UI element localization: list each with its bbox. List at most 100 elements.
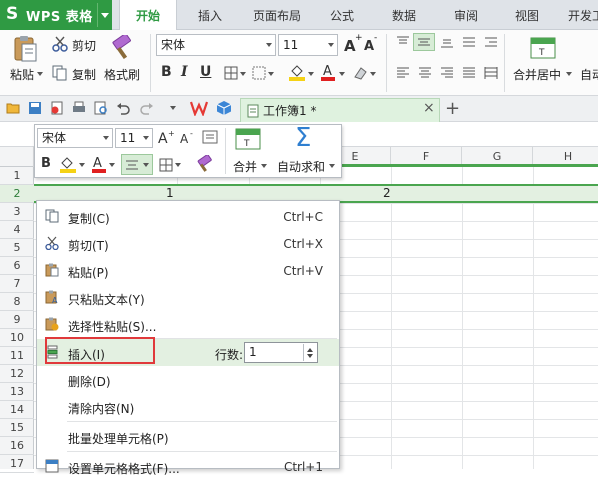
- redo-icon[interactable]: [140, 101, 154, 115]
- print-icon[interactable]: [72, 101, 86, 115]
- row-header[interactable]: 16: [0, 437, 34, 455]
- quick-access-dropdown-icon[interactable]: [170, 106, 176, 113]
- menu-item-format-cells[interactable]: 设置单元格格式(F)... Ctrl+1: [37, 453, 339, 480]
- row-header[interactable]: 17: [0, 455, 34, 473]
- menu-item-paste-special[interactable]: 选择性粘贴(S)...: [37, 311, 339, 338]
- fill-color-dropdown-icon[interactable]: [308, 72, 314, 79]
- paste-icon[interactable]: [12, 35, 38, 63]
- mini-bold-button[interactable]: B: [41, 156, 51, 171]
- row-header[interactable]: 6: [0, 257, 34, 275]
- mini-align-center-button[interactable]: [121, 154, 153, 175]
- tab-home[interactable]: 开始: [119, 0, 177, 31]
- row-header[interactable]: 4: [0, 221, 34, 239]
- row-header[interactable]: 1: [0, 167, 34, 185]
- row-header[interactable]: 5: [0, 239, 34, 257]
- menu-item-batch-process[interactable]: 批量处理单元格(P): [37, 423, 339, 450]
- wps-app-menu[interactable]: S WPS 表格: [0, 0, 112, 30]
- align-bottom-icon[interactable]: [440, 36, 454, 48]
- export-pdf-icon[interactable]: [50, 101, 64, 115]
- paste-dropdown-icon[interactable]: [37, 72, 43, 79]
- wps-home-icon[interactable]: [190, 100, 208, 116]
- tab-insert[interactable]: 插入: [184, 0, 236, 30]
- save-icon[interactable]: [28, 101, 42, 115]
- document-tab[interactable]: 工作簿1 * ×: [240, 98, 440, 122]
- format-painter-icon[interactable]: [110, 35, 134, 61]
- font-size-select[interactable]: 11: [278, 34, 338, 56]
- border-dropdown-icon[interactable]: [240, 72, 246, 79]
- mini-border-dropdown-icon[interactable]: [175, 163, 181, 170]
- insert-rows-count-input[interactable]: 1: [244, 342, 318, 363]
- paste-button[interactable]: 粘贴: [10, 66, 34, 83]
- close-tab-icon[interactable]: ×: [423, 100, 435, 116]
- tab-formulas[interactable]: 公式: [318, 0, 366, 30]
- row-header-selected[interactable]: 2: [0, 185, 34, 203]
- align-right-icon[interactable]: [440, 67, 454, 79]
- font-color-dropdown-icon[interactable]: [339, 72, 345, 79]
- mini-fill-color-icon[interactable]: [59, 155, 77, 173]
- mini-text-box-icon[interactable]: [202, 129, 218, 145]
- open-folder-icon[interactable]: [6, 102, 20, 114]
- format-painter-button[interactable]: 格式刷: [104, 66, 140, 83]
- menu-item-delete[interactable]: 删除(D): [37, 366, 339, 393]
- clear-format-dropdown-icon[interactable]: [370, 72, 376, 79]
- mini-merge-dropdown-icon[interactable]: [261, 164, 267, 171]
- orientation-icon[interactable]: [462, 36, 476, 48]
- mini-font-color-icon[interactable]: A: [91, 155, 107, 173]
- mini-shrink-font-icon[interactable]: A-: [179, 129, 197, 145]
- justify-icon[interactable]: [462, 67, 476, 79]
- mini-font-size-select[interactable]: 11: [115, 128, 153, 148]
- spinner-down-icon[interactable]: [307, 354, 313, 361]
- row-header[interactable]: 11: [0, 347, 34, 365]
- row-header[interactable]: 14: [0, 401, 34, 419]
- spinner-up-icon[interactable]: [307, 345, 313, 352]
- auto-wrap-button[interactable]: 自动: [580, 66, 598, 83]
- mini-autosum-icon[interactable]: Σ: [295, 123, 311, 153]
- distributed-align-icon[interactable]: [484, 67, 498, 79]
- cube-icon[interactable]: [216, 100, 232, 116]
- insert-rows-spinner[interactable]: [303, 344, 316, 361]
- menu-item-paste[interactable]: 粘贴(P) Ctrl+V: [37, 257, 339, 284]
- clear-format-icon[interactable]: [352, 65, 368, 81]
- undo-icon[interactable]: [116, 101, 130, 115]
- mini-align-dropdown-icon[interactable]: [143, 163, 149, 170]
- tab-view[interactable]: 视图: [503, 0, 551, 30]
- mini-autosum-button[interactable]: 自动求和: [277, 158, 325, 175]
- italic-button[interactable]: I: [181, 64, 188, 80]
- merge-center-dropdown-icon[interactable]: [566, 72, 572, 79]
- scissors-icon[interactable]: [52, 36, 68, 52]
- menu-item-clear-contents[interactable]: 清除内容(N): [37, 393, 339, 420]
- cut-button[interactable]: 剪切: [72, 37, 96, 54]
- mini-border-icon[interactable]: [159, 158, 173, 172]
- cell-row2-value-2[interactable]: 2: [383, 186, 391, 200]
- indent-icon[interactable]: [484, 36, 498, 48]
- mini-merge-icon[interactable]: T: [235, 128, 261, 150]
- mini-autosum-dropdown-icon[interactable]: [329, 164, 335, 171]
- cell-style-dropdown-icon[interactable]: [268, 72, 274, 79]
- copy-icon[interactable]: [52, 65, 68, 81]
- mini-fill-color-dropdown-icon[interactable]: [79, 163, 85, 170]
- print-preview-icon[interactable]: [94, 101, 108, 115]
- row-header[interactable]: 9: [0, 311, 34, 329]
- align-middle-button[interactable]: [413, 33, 435, 51]
- row-header[interactable]: 8: [0, 293, 34, 311]
- mini-font-name-select[interactable]: 宋体: [37, 128, 113, 148]
- row-header[interactable]: 15: [0, 419, 34, 437]
- tab-page-layout[interactable]: 页面布局: [240, 0, 314, 30]
- select-all-corner[interactable]: [0, 147, 34, 167]
- align-center-icon[interactable]: [418, 67, 432, 79]
- tab-data[interactable]: 数据: [380, 0, 428, 30]
- mini-merge-button[interactable]: 合并: [233, 158, 257, 175]
- shrink-font-button[interactable]: A: [364, 39, 374, 54]
- menu-item-copy[interactable]: 复制(C) Ctrl+C: [37, 203, 339, 230]
- menu-item-cut[interactable]: 剪切(T) Ctrl+X: [37, 230, 339, 257]
- mini-grow-font-icon[interactable]: A +: [157, 129, 175, 145]
- tab-review[interactable]: 审阅: [442, 0, 490, 30]
- underline-button[interactable]: U: [200, 64, 211, 80]
- align-left-icon[interactable]: [396, 67, 410, 79]
- align-top-icon[interactable]: [396, 36, 410, 48]
- mini-font-color-dropdown-icon[interactable]: [109, 163, 115, 170]
- row-header[interactable]: 12: [0, 365, 34, 383]
- font-color-icon[interactable]: A: [320, 63, 336, 81]
- font-name-select[interactable]: 宋体: [156, 34, 276, 56]
- new-tab-button[interactable]: +: [445, 98, 460, 119]
